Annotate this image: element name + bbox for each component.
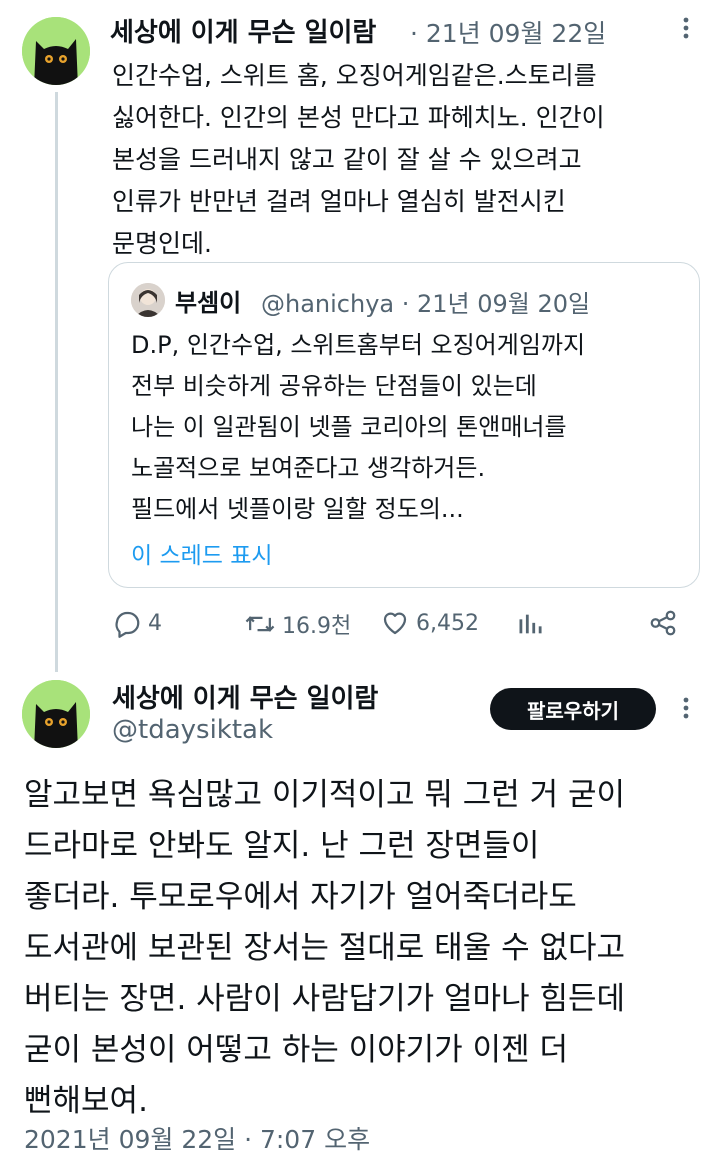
black-cat-avatar-icon xyxy=(22,17,90,85)
follow-button[interactable]: 팔로우하기 xyxy=(490,688,656,730)
author-name[interactable]: 세상에 이게 무슨 일이람 xyxy=(112,678,378,715)
avatar[interactable] xyxy=(22,17,90,85)
tweet-text: 인간수업, 스위트 홈, 오징어게임같은.스토리를 싫어한다. 인간의 본성 만… xyxy=(112,61,605,258)
reply-count: 4 xyxy=(148,610,162,636)
share-icon xyxy=(650,610,676,636)
thread-line xyxy=(55,92,58,672)
quoted-tweet-card[interactable]: 부셈이 @hanichya · 21년 09월 20일 D.P, 인간수업, 스… xyxy=(108,262,700,588)
quote-handle-date[interactable]: @hanichya · 21년 09월 20일 xyxy=(261,284,590,319)
like-count: 6,452 xyxy=(416,610,479,636)
author-name[interactable]: 세상에 이게 무슨 일이람 xyxy=(110,12,376,49)
retweet-count: 16.9천 xyxy=(282,614,352,639)
person-avatar-icon xyxy=(131,283,165,317)
author-handle[interactable]: @tdaysiktak xyxy=(112,715,273,745)
tweet-date[interactable]: · 21년 09월 22일 xyxy=(410,14,606,50)
share-button[interactable] xyxy=(648,608,684,638)
views-button[interactable] xyxy=(516,610,550,638)
reply-icon xyxy=(115,611,140,638)
analytics-icon xyxy=(519,614,542,634)
quote-author-name[interactable]: 부셈이 xyxy=(175,283,241,318)
more-options-icon[interactable] xyxy=(676,14,696,49)
reply-button[interactable]: 4 xyxy=(112,608,162,638)
show-thread-link[interactable]: 이 스레드 표시 xyxy=(131,536,273,570)
quote-text: D.P, 인간수업, 스위트홈부터 오징어게임까지 전부 비슷하게 공유하는 단… xyxy=(131,331,586,523)
tweet-timestamp[interactable]: 2021년 09월 22일 · 7:07 오후 xyxy=(24,1120,370,1156)
tweet-text: 알고보면 욕심많고 이기적이고 뭐 그런 거 굳이 드라마로 안봐도 알지. 난… xyxy=(24,777,626,1119)
more-options-icon[interactable] xyxy=(676,694,696,729)
retweet-icon xyxy=(245,616,275,632)
avatar[interactable] xyxy=(22,680,90,748)
quote-avatar[interactable] xyxy=(131,283,165,317)
black-cat-avatar-icon xyxy=(22,680,90,748)
heart-icon xyxy=(383,612,407,635)
like-button[interactable]: 6,452 xyxy=(380,608,479,638)
retweet-button[interactable]: 16.9천 xyxy=(244,608,351,640)
